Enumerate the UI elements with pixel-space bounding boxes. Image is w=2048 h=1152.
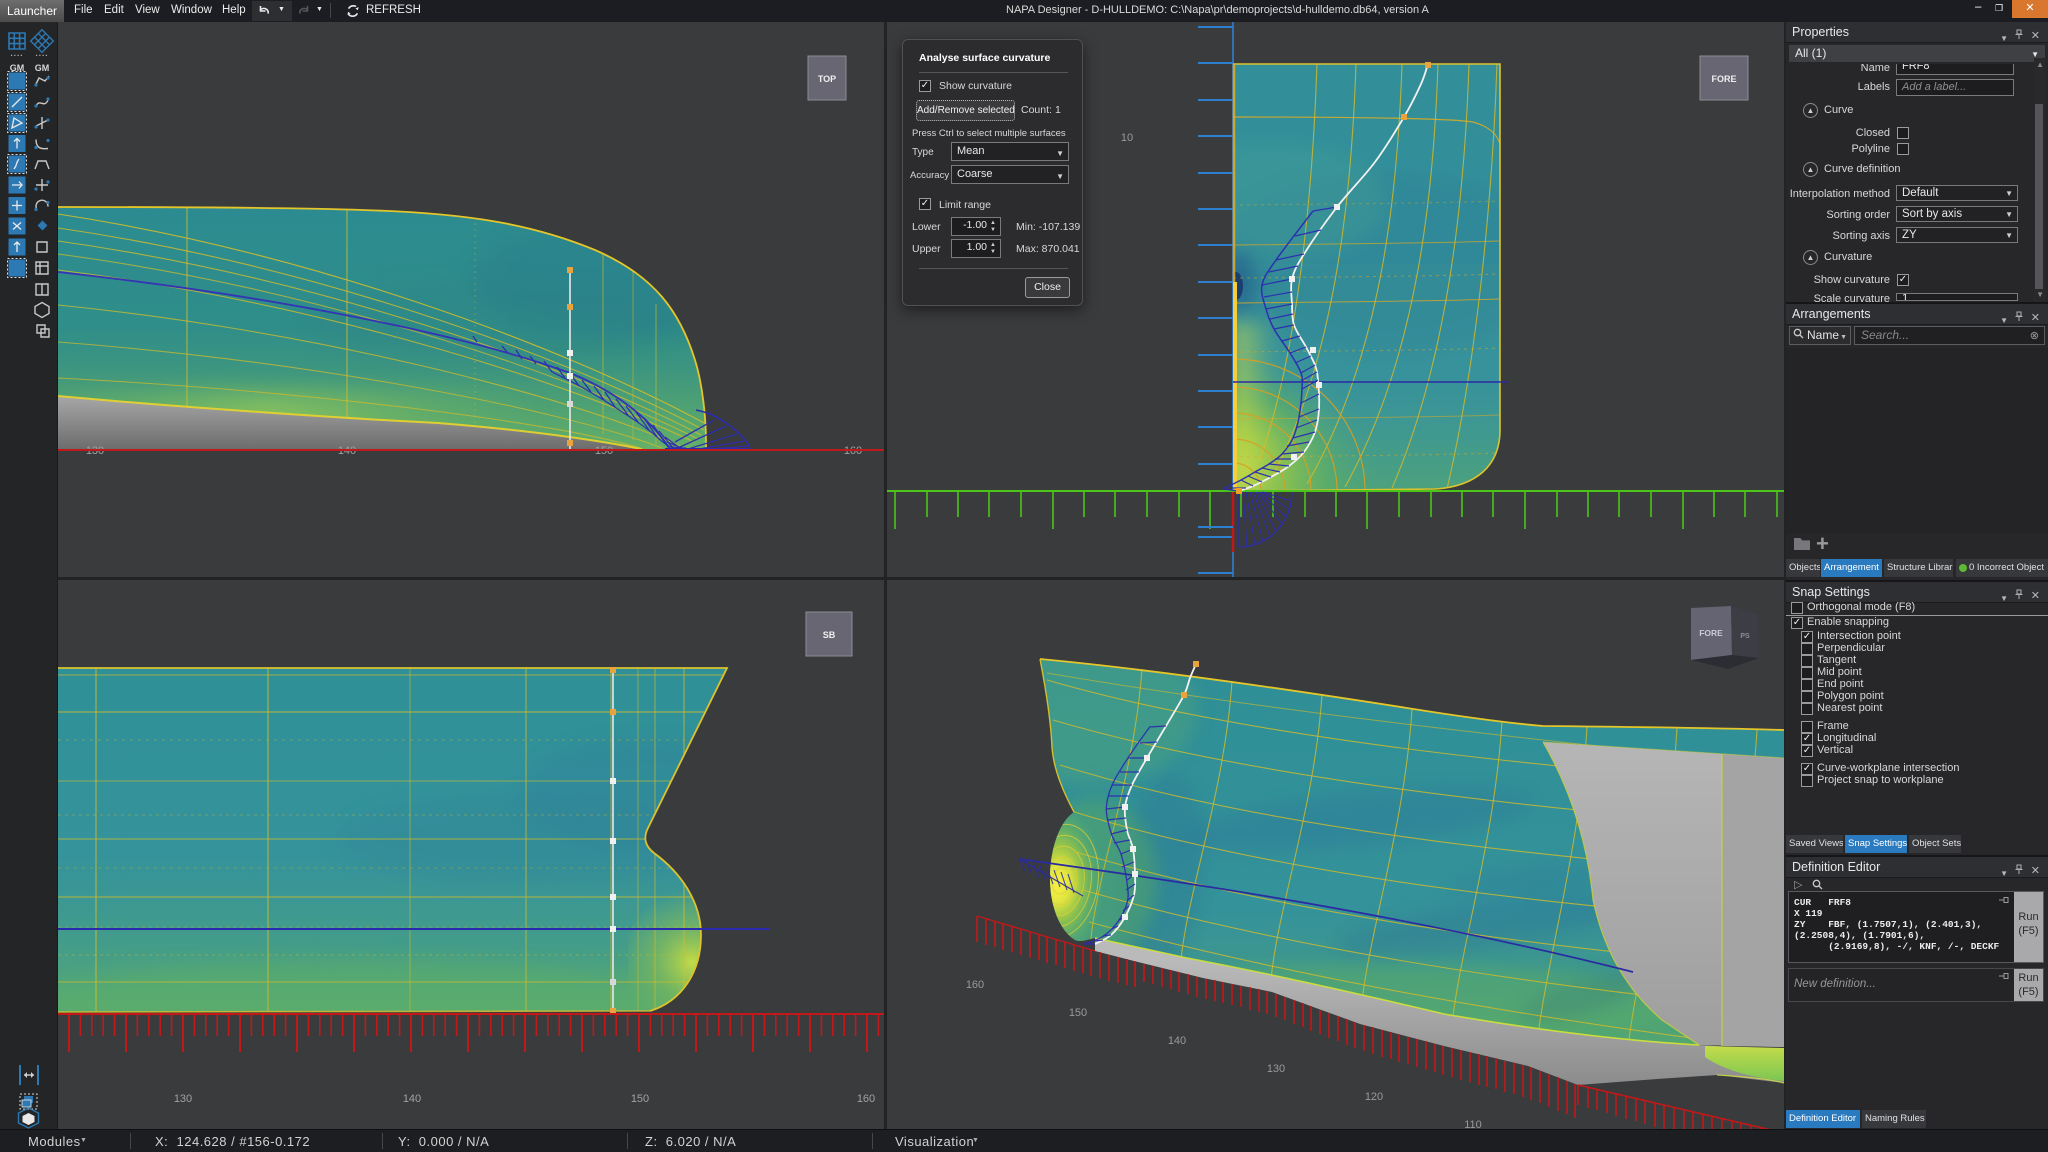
svg-text:FORE: FORE xyxy=(1699,628,1723,638)
svg-text:150: 150 xyxy=(1069,1007,1087,1019)
svg-text:120: 120 xyxy=(1365,1091,1383,1103)
svg-text:160: 160 xyxy=(966,979,984,991)
svg-text:....: .... xyxy=(36,49,49,58)
svg-text:TOP: TOP xyxy=(818,74,836,84)
svg-text:130: 130 xyxy=(1267,1063,1285,1075)
svg-text:GM: GM xyxy=(35,63,50,73)
svg-text:FORE: FORE xyxy=(1711,74,1736,84)
svg-text:140: 140 xyxy=(403,1093,421,1105)
svg-text:SB: SB xyxy=(823,630,836,640)
svg-text:140: 140 xyxy=(1168,1035,1186,1047)
svg-text:10: 10 xyxy=(1121,132,1133,144)
svg-text:130: 130 xyxy=(174,1093,192,1105)
svg-text:110: 110 xyxy=(1464,1119,1482,1129)
svg-text:....: .... xyxy=(11,49,24,58)
svg-text:PS: PS xyxy=(1740,633,1750,640)
svg-text:160: 160 xyxy=(857,1093,875,1105)
svg-text:150: 150 xyxy=(631,1093,649,1105)
